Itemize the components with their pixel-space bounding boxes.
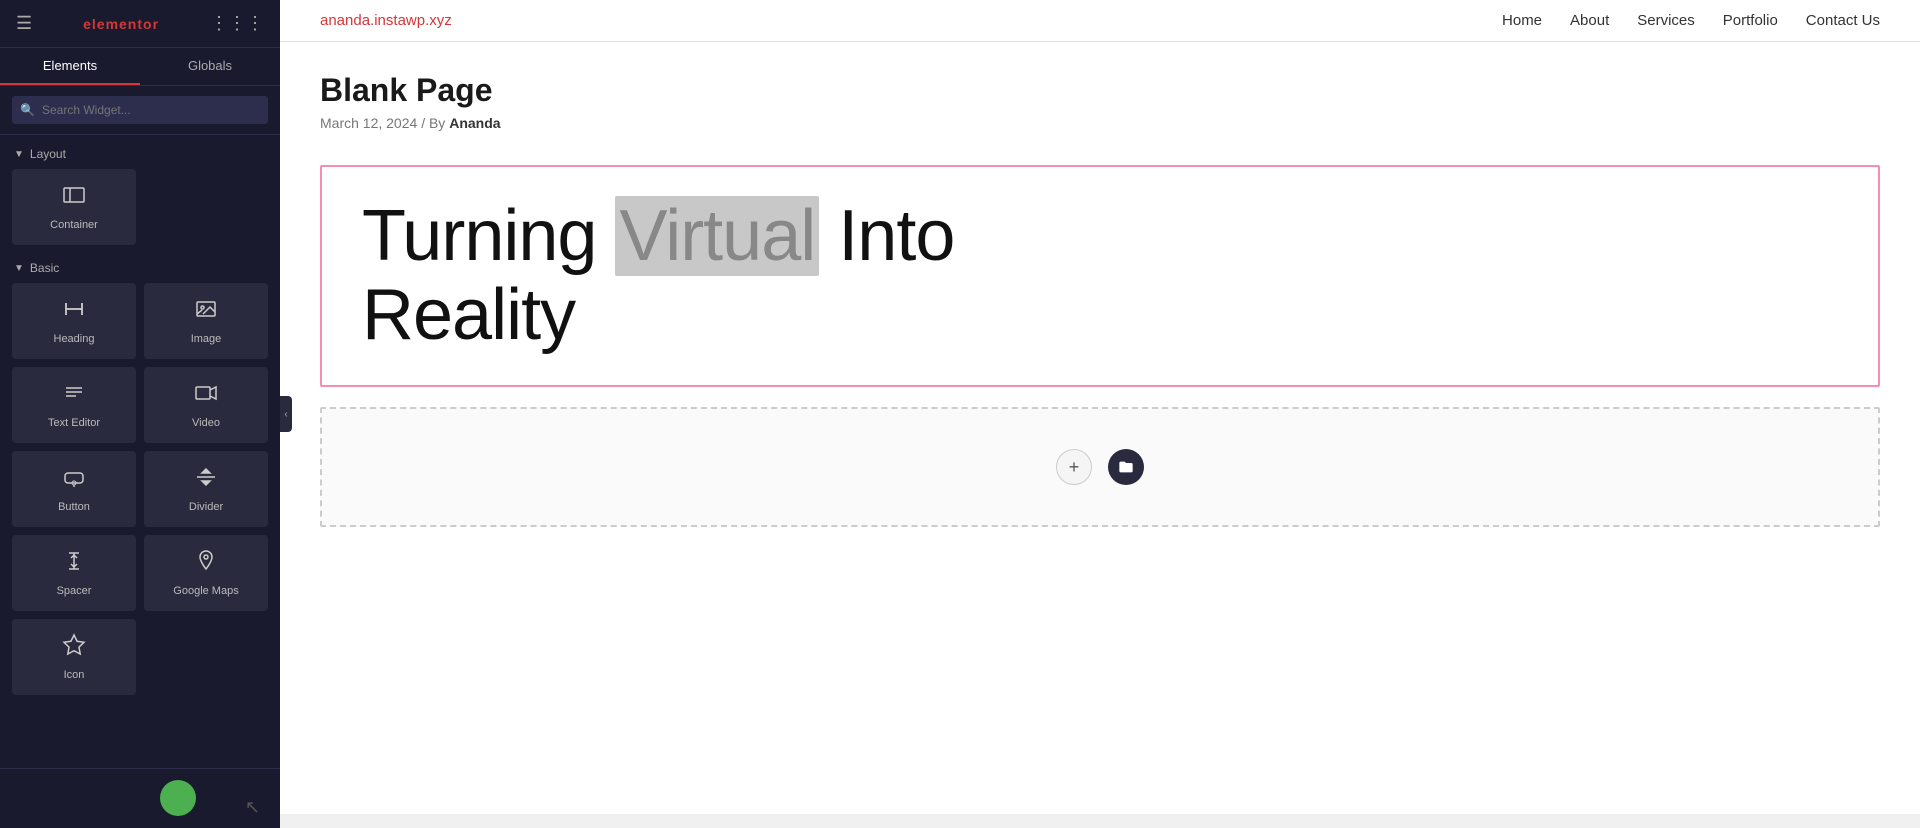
cursor-icon: ↖: [245, 797, 260, 818]
widget-search-area: 🔍: [0, 86, 280, 135]
tab-elements[interactable]: Elements: [0, 48, 140, 85]
basic-section-label: Basic: [30, 261, 59, 275]
elementor-logo: elementor: [83, 16, 159, 32]
page-content: Blank Page March 12, 2024 / By Ananda Tu…: [280, 42, 1920, 814]
widget-heading[interactable]: Heading: [12, 283, 136, 359]
widget-container[interactable]: Container: [12, 169, 136, 245]
widget-icon[interactable]: Icon: [12, 619, 136, 695]
sidebar-header: ☰ elementor ⋮⋮⋮: [0, 0, 280, 48]
spacer-icon: [62, 549, 86, 579]
video-label: Video: [192, 417, 220, 429]
widget-image[interactable]: Image: [144, 283, 268, 359]
page-slash: / By: [421, 115, 449, 131]
google-maps-label: Google Maps: [173, 585, 238, 597]
search-icon: 🔍: [20, 103, 35, 117]
hamburger-icon[interactable]: ☰: [16, 13, 32, 34]
text-editor-label: Text Editor: [48, 417, 100, 429]
layout-section-label: Layout: [30, 147, 66, 161]
hero-widget-container[interactable]: Turning Virtual Into Reality: [320, 165, 1880, 387]
site-header: ananda.instawp.xyz Home About Services P…: [280, 0, 1920, 42]
tab-globals[interactable]: Globals: [140, 48, 280, 85]
divider-icon: [194, 465, 218, 495]
nav-home[interactable]: Home: [1502, 12, 1542, 29]
sidebar-collapse-handle[interactable]: ‹: [280, 396, 292, 432]
page-author: Ananda: [449, 115, 500, 131]
button-icon: [62, 465, 86, 495]
hero-line2: Reality: [362, 275, 575, 355]
sidebar-tabs: Elements Globals: [0, 48, 280, 86]
page-date: March 12, 2024: [320, 115, 417, 131]
sidebar-content: ▼ Layout Container ▼ Basic: [0, 135, 280, 768]
hero-highlight: Virtual: [615, 196, 819, 276]
widget-divider[interactable]: Divider: [144, 451, 268, 527]
widget-video[interactable]: Video: [144, 367, 268, 443]
container-label: Container: [50, 219, 98, 231]
widget-google-maps[interactable]: Google Maps: [144, 535, 268, 611]
widget-spacer[interactable]: Spacer: [12, 535, 136, 611]
template-folder-button[interactable]: [1108, 449, 1144, 485]
widget-text-editor[interactable]: Text Editor: [12, 367, 136, 443]
container-icon: [62, 183, 86, 213]
widget-button[interactable]: Button: [12, 451, 136, 527]
image-icon: [194, 297, 218, 327]
hero-line1: Turning: [362, 196, 596, 276]
layout-arrow-icon: ▼: [14, 149, 24, 160]
nav-services[interactable]: Services: [1637, 12, 1695, 29]
page-title: Blank Page: [320, 72, 1880, 109]
sidebar-bottom: ↖: [0, 768, 280, 828]
basic-arrow-icon: ▼: [14, 263, 24, 274]
icon-widget-icon: [62, 633, 86, 663]
site-nav: Home About Services Portfolio Contact Us: [1502, 12, 1880, 29]
heading-icon: [62, 297, 86, 327]
grid-icon[interactable]: ⋮⋮⋮: [210, 13, 264, 34]
image-label: Image: [191, 333, 222, 345]
nav-about[interactable]: About: [1570, 12, 1609, 29]
google-maps-icon: [194, 549, 218, 579]
site-logo[interactable]: ananda.instawp.xyz: [320, 12, 452, 29]
spacer-label: Spacer: [57, 585, 92, 597]
video-icon: [194, 381, 218, 411]
content-area: Turning Virtual Into Reality +: [320, 155, 1880, 527]
add-widget-button[interactable]: +: [1056, 449, 1092, 485]
basic-section-header[interactable]: ▼ Basic: [0, 249, 280, 283]
sidebar: ☰ elementor ⋮⋮⋮ Elements Globals 🔍 ▼ Lay…: [0, 0, 280, 828]
main-content: ananda.instawp.xyz Home About Services P…: [280, 0, 1920, 828]
nav-portfolio[interactable]: Portfolio: [1723, 12, 1778, 29]
layout-section-header[interactable]: ▼ Layout: [0, 135, 280, 169]
nav-contact[interactable]: Contact Us: [1806, 12, 1880, 29]
text-editor-icon: [62, 381, 86, 411]
empty-widget-container[interactable]: +: [320, 407, 1880, 527]
hero-text: Turning Virtual Into Reality: [362, 197, 1838, 355]
hero-line1-end: Into: [838, 196, 954, 276]
layout-widget-grid: Container: [0, 169, 280, 249]
basic-widget-grid: Heading Image: [0, 283, 280, 699]
divider-label: Divider: [189, 501, 223, 513]
button-label: Button: [58, 501, 90, 513]
search-input[interactable]: [12, 96, 268, 124]
status-indicator: [160, 780, 196, 816]
page-meta: March 12, 2024 / By Ananda: [320, 115, 1880, 131]
heading-label: Heading: [54, 333, 95, 345]
icon-label: Icon: [64, 669, 85, 681]
